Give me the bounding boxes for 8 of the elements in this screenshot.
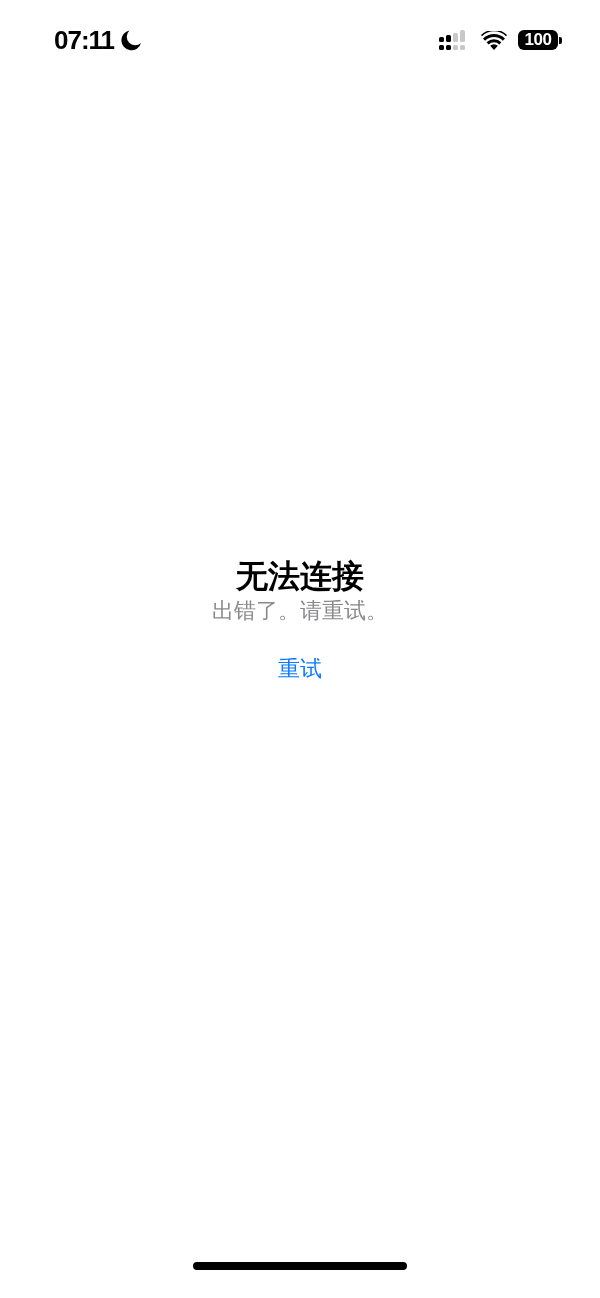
moon-icon <box>121 29 143 51</box>
status-time: 07:11 <box>54 25 115 55</box>
error-title: 无法连接 <box>236 556 364 596</box>
retry-button[interactable]: 重试 <box>278 654 322 684</box>
error-message: 出错了。请重试。 <box>212 597 388 625</box>
wifi-icon <box>481 30 507 50</box>
battery-level: 100 <box>518 30 558 50</box>
home-indicator[interactable] <box>193 1262 407 1270</box>
